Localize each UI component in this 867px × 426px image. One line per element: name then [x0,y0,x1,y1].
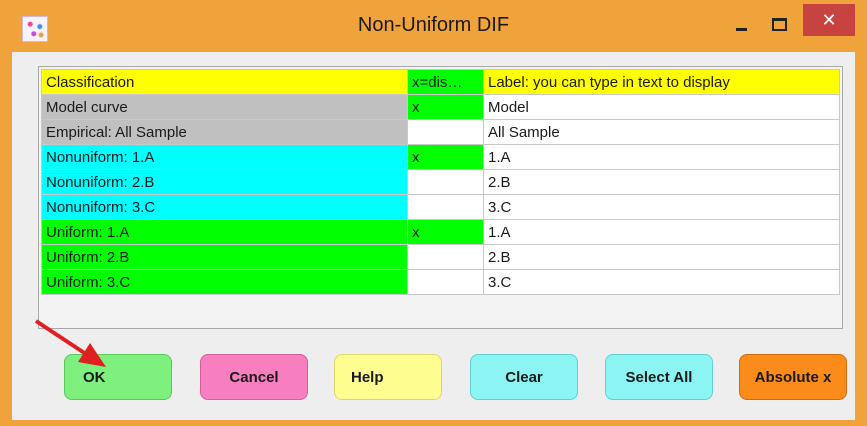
table-row: Uniform: 2.B 2.B [41,244,840,270]
maximize-icon [772,18,787,31]
header-label[interactable]: Label: you can type in text to display [483,69,840,95]
classification-table: Classification x=dis… Label: you can typ… [41,69,840,295]
table-row: Nonuniform: 3.C 3.C [41,194,840,220]
cancel-button[interactable]: Cancel [200,354,308,400]
label-cell[interactable]: 1.A [483,144,840,170]
header-display[interactable]: x=dis… [407,69,484,95]
label-cell[interactable]: Model [483,94,840,120]
display-cell[interactable] [407,119,484,145]
close-button[interactable]: ✕ [803,4,855,36]
label-cell[interactable]: 2.B [483,244,840,270]
select-all-button[interactable]: Select All [605,354,713,400]
display-cell[interactable]: x [407,219,484,245]
classification-cell[interactable]: Nonuniform: 1.A [41,144,408,170]
classification-cell[interactable]: Model curve [41,94,408,120]
table-panel: Classification x=dis… Label: you can typ… [38,66,843,329]
display-cell[interactable] [407,269,484,295]
ok-button[interactable]: OK [64,354,172,400]
display-cell[interactable]: x [407,94,484,120]
minimize-button[interactable] [726,10,756,36]
display-cell[interactable] [407,194,484,220]
dialog-content: Classification x=dis… Label: you can typ… [12,52,855,420]
label-cell[interactable]: 3.C [483,269,840,295]
table-row: Nonuniform: 2.B 2.B [41,169,840,195]
label-cell[interactable]: 1.A [483,219,840,245]
select-all-button-label: Select All [625,368,693,386]
absolute-x-button[interactable]: Absolute x [739,354,847,400]
table-row: Uniform: 1.A x 1.A [41,219,840,245]
table-row: Nonuniform: 1.A x 1.A [41,144,840,170]
help-button[interactable]: Help [334,354,442,400]
clear-button[interactable]: Clear [470,354,578,400]
maximize-button[interactable] [763,10,793,36]
clear-button-label: Clear [505,368,543,386]
classification-cell[interactable]: Uniform: 3.C [41,269,408,295]
display-cell[interactable] [407,244,484,270]
absolute-x-button-label: Absolute x [754,368,832,386]
dialog-window: Non-Uniform DIF ✕ Classification x=dis… … [0,0,867,426]
classification-cell[interactable]: Uniform: 1.A [41,219,408,245]
classification-cell[interactable]: Uniform: 2.B [41,244,408,270]
label-cell[interactable]: 3.C [483,194,840,220]
header-classification[interactable]: Classification [41,69,408,95]
classification-cell[interactable]: Empirical: All Sample [41,119,408,145]
help-button-label: Help [351,368,384,386]
close-icon: ✕ [821,10,837,30]
horizontal-scrollbar[interactable] [41,304,838,324]
table-row: Uniform: 3.C 3.C [41,269,840,295]
table-row: Empirical: All Sample All Sample [41,119,840,145]
classification-cell[interactable]: Nonuniform: 3.C [41,194,408,220]
classification-cell[interactable]: Nonuniform: 2.B [41,169,408,195]
display-cell[interactable] [407,169,484,195]
cancel-button-label: Cancel [229,368,279,386]
table-header-row: Classification x=dis… Label: you can typ… [41,69,840,95]
table-row: Model curve x Model [41,94,840,120]
label-cell[interactable]: 2.B [483,169,840,195]
display-cell[interactable]: x [407,144,484,170]
label-cell[interactable]: All Sample [483,119,840,145]
minimize-icon [736,28,747,31]
title-bar[interactable]: Non-Uniform DIF ✕ [0,0,867,52]
ok-button-label: OK [83,368,106,386]
